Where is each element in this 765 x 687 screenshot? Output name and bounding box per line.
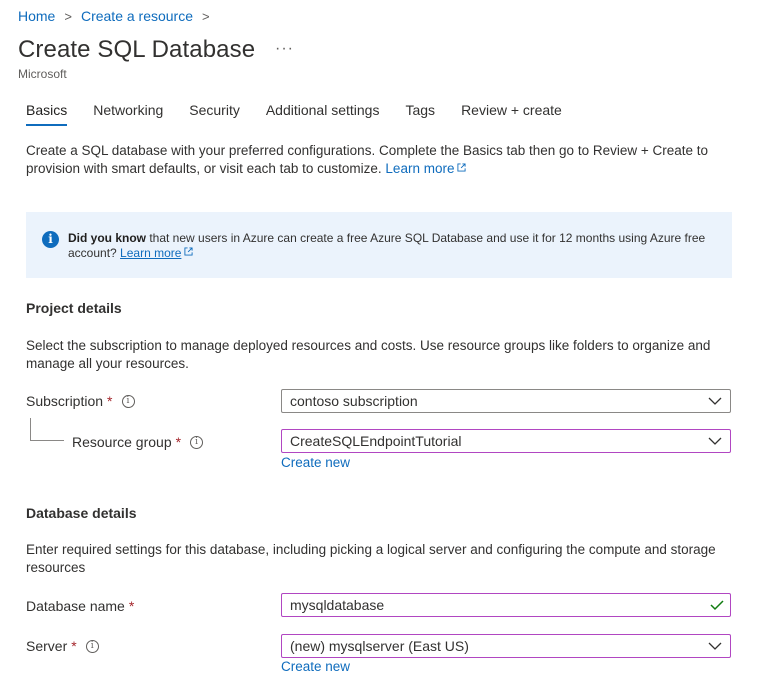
checkmark-icon bbox=[710, 600, 724, 611]
create-new-server-link[interactable]: Create new bbox=[281, 659, 350, 674]
tab-additional-settings[interactable]: Additional settings bbox=[266, 102, 380, 124]
required-asterisk: * bbox=[175, 434, 182, 450]
project-details-heading: Project details bbox=[26, 300, 122, 316]
banner-bold-text: Did you know bbox=[68, 231, 146, 245]
banner-text: Did you know that new users in Azure can… bbox=[68, 231, 718, 261]
breadcrumb: Home > Create a resource > bbox=[18, 8, 219, 24]
tab-basics[interactable]: Basics bbox=[26, 102, 68, 126]
banner-learn-more-link[interactable]: Learn more bbox=[120, 246, 193, 260]
tree-connector bbox=[30, 440, 64, 441]
database-name-value: mysqldatabase bbox=[290, 597, 385, 613]
page-title: Create SQL Database bbox=[18, 36, 256, 63]
subscription-dropdown[interactable]: contoso subscription bbox=[281, 389, 731, 413]
external-link-icon bbox=[184, 247, 193, 256]
resource-group-dropdown[interactable]: CreateSQLEndpointTutorial bbox=[281, 429, 731, 453]
info-icon[interactable]: i bbox=[190, 435, 204, 449]
tree-connector bbox=[30, 418, 31, 440]
info-icon[interactable]: i bbox=[85, 639, 99, 653]
chevron-down-icon bbox=[708, 642, 722, 650]
database-name-label: Database name * bbox=[26, 598, 134, 614]
intro-text: Create a SQL database with your preferre… bbox=[26, 142, 716, 178]
database-name-input[interactable]: mysqldatabase bbox=[281, 593, 731, 617]
tab-review-create[interactable]: Review + create bbox=[461, 102, 562, 124]
database-details-description: Enter required settings for this databas… bbox=[26, 542, 716, 575]
resource-group-value: CreateSQLEndpointTutorial bbox=[290, 433, 462, 449]
more-options-button[interactable]: ··· bbox=[275, 40, 294, 58]
breadcrumb-create-resource-link[interactable]: Create a resource bbox=[81, 8, 193, 24]
required-asterisk: * bbox=[128, 598, 135, 614]
external-link-icon bbox=[457, 163, 467, 172]
chevron-down-icon bbox=[708, 397, 722, 405]
resource-group-label: Resource group * i bbox=[72, 434, 204, 450]
page-publisher: Microsoft bbox=[18, 67, 67, 81]
intro-description: Create a SQL database with your preferre… bbox=[26, 143, 709, 176]
chevron-down-icon bbox=[708, 437, 722, 445]
tab-tags[interactable]: Tags bbox=[405, 102, 435, 124]
resource-group-label-text: Resource group bbox=[72, 434, 172, 450]
create-new-resource-group-link[interactable]: Create new bbox=[281, 455, 350, 470]
tab-security[interactable]: Security bbox=[189, 102, 240, 124]
intro-learn-more-link[interactable]: Learn more bbox=[385, 161, 467, 176]
breadcrumb-home-link[interactable]: Home bbox=[18, 8, 55, 24]
info-banner: i Did you know that new users in Azure c… bbox=[26, 212, 732, 278]
subscription-label: Subscription * i bbox=[26, 393, 135, 409]
project-details-description: Select the subscription to manage deploy… bbox=[26, 338, 711, 371]
tab-bar: Basics Networking Security Additional se… bbox=[26, 102, 588, 126]
info-icon[interactable]: i bbox=[121, 394, 135, 408]
chevron-right-icon: > bbox=[202, 8, 210, 24]
tab-networking[interactable]: Networking bbox=[93, 102, 163, 124]
server-label-text: Server bbox=[26, 638, 68, 654]
required-asterisk: * bbox=[107, 393, 113, 409]
intro-learn-more-label: Learn more bbox=[385, 161, 455, 176]
subscription-label-text: Subscription bbox=[26, 393, 104, 409]
banner-learn-more-label: Learn more bbox=[120, 246, 182, 260]
server-value: (new) mysqlserver (East US) bbox=[290, 638, 469, 654]
required-asterisk: * bbox=[71, 638, 77, 654]
subscription-value: contoso subscription bbox=[290, 393, 418, 409]
database-name-label-text: Database name bbox=[26, 598, 125, 614]
info-icon: i bbox=[42, 231, 59, 248]
server-label: Server * i bbox=[26, 638, 99, 654]
database-details-heading: Database details bbox=[26, 505, 137, 521]
server-dropdown[interactable]: (new) mysqlserver (East US) bbox=[281, 634, 731, 658]
chevron-right-icon: > bbox=[64, 8, 72, 24]
